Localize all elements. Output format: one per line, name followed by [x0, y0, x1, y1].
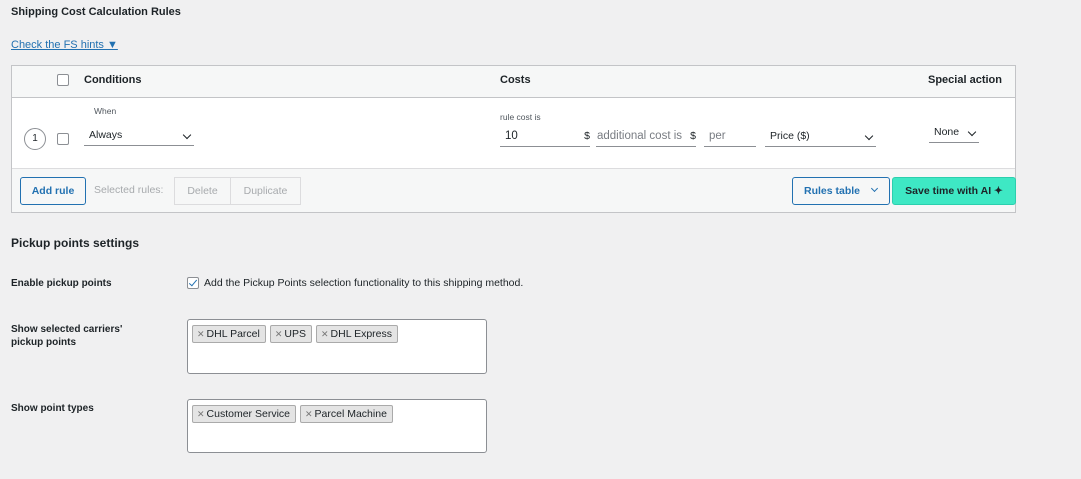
duplicate-button[interactable]: Duplicate: [230, 177, 301, 205]
per-input[interactable]: per: [704, 127, 756, 147]
checkmark-icon: [188, 277, 198, 287]
enable-pickup-checkbox[interactable]: [187, 277, 199, 289]
condition-select-value: Always: [89, 129, 123, 141]
carriers-label-line1: Show selected carriers': [11, 324, 123, 335]
enable-pickup-label: Enable pickup points: [11, 278, 112, 289]
select-all-checkbox[interactable]: [57, 74, 69, 86]
remove-icon[interactable]: ✕: [321, 329, 329, 339]
special-action-select[interactable]: None: [929, 123, 979, 143]
costs-header: Costs: [500, 74, 531, 86]
condition-select[interactable]: Always: [84, 126, 194, 146]
special-action-header: Special action: [928, 74, 1002, 86]
rules-table-header: Conditions Costs Special action: [12, 66, 1015, 98]
additional-cost-currency: $: [690, 130, 696, 142]
rules-table-label: Rules table: [804, 185, 861, 197]
rules-table-button[interactable]: Rules table: [792, 177, 890, 205]
chevron-down-icon: [182, 130, 192, 140]
conditions-header: Conditions: [84, 74, 142, 86]
remove-icon[interactable]: ✕: [275, 329, 283, 339]
when-label: When: [94, 106, 117, 116]
pickup-section-title: Pickup points settings: [11, 236, 140, 250]
chevron-down-icon: [864, 131, 874, 141]
special-action-value: None: [934, 126, 960, 138]
remove-icon[interactable]: ✕: [305, 409, 313, 419]
delete-button[interactable]: Delete: [174, 177, 231, 205]
point-types-label: Show point types: [11, 403, 94, 414]
rule-row: 1 When Always rule cost is 10 $ addition…: [12, 98, 1015, 169]
carriers-multiselect[interactable]: ✕ DHL Parcel ✕ UPS ✕ DHL Express: [187, 319, 487, 374]
carriers-label: Show selected carriers' pickup points: [11, 323, 122, 349]
rule-cost-value: 10: [505, 130, 518, 142]
point-types-multiselect[interactable]: ✕ Customer Service ✕ Parcel Machine: [187, 399, 487, 453]
carriers-label-line2: pickup points: [11, 337, 76, 348]
section-title: Shipping Cost Calculation Rules: [11, 6, 181, 18]
add-rule-button[interactable]: Add rule: [20, 177, 86, 205]
rule-number: 1: [24, 128, 46, 150]
rule-checkbox[interactable]: [57, 133, 69, 145]
per-placeholder: per: [709, 130, 726, 142]
per-select-value: Price ($): [770, 130, 810, 142]
carrier-tag[interactable]: ✕ UPS: [269, 325, 312, 343]
rule-cost-currency: $: [584, 130, 590, 142]
rule-cost-label: rule cost is: [500, 112, 541, 122]
remove-icon[interactable]: ✕: [197, 409, 205, 419]
point-type-tag[interactable]: ✕ Customer Service: [192, 405, 296, 423]
additional-cost-input[interactable]: additional cost is $: [596, 127, 696, 147]
rules-table: Conditions Costs Special action 1 When A…: [11, 65, 1016, 213]
enable-pickup-description: Add the Pickup Points selection function…: [204, 277, 524, 289]
selected-rules-label: Selected rules:: [94, 184, 164, 196]
additional-cost-placeholder: additional cost is: [597, 130, 683, 142]
hints-link[interactable]: Check the FS hints ▼: [11, 39, 118, 51]
carrier-tag[interactable]: ✕ DHL Parcel: [192, 325, 266, 343]
rule-cost-input[interactable]: 10 $: [500, 127, 590, 147]
carrier-tag[interactable]: ✕ DHL Express: [315, 325, 398, 343]
chevron-down-icon: [967, 127, 977, 137]
save-time-ai-button[interactable]: Save time with AI ✦: [892, 177, 1016, 205]
chevron-down-icon: [870, 184, 879, 193]
point-type-tag[interactable]: ✕ Parcel Machine: [300, 405, 393, 423]
per-select[interactable]: Price ($): [765, 127, 876, 147]
remove-icon[interactable]: ✕: [197, 329, 205, 339]
